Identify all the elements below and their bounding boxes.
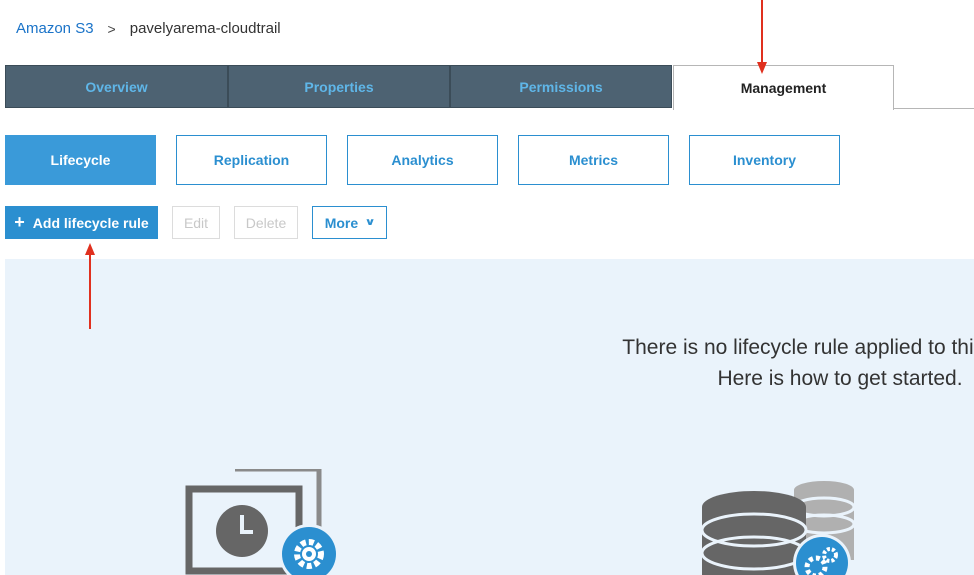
empty-state-message: There is no lifecycle rule applied to th…	[560, 332, 974, 394]
subtab-analytics[interactable]: Analytics	[347, 135, 498, 185]
empty-state-panel: There is no lifecycle rule applied to th…	[5, 259, 974, 575]
breadcrumb-separator: >	[107, 20, 116, 37]
tab-management[interactable]: Management	[673, 65, 894, 110]
tab-bar-divider	[893, 108, 974, 109]
main-tab-bar: Overview Properties Permissions Manageme…	[0, 65, 974, 110]
add-lifecycle-rule-label: Add lifecycle rule	[32, 214, 149, 231]
chevron-down-icon: ∨	[364, 217, 376, 228]
breadcrumb-current: pavelyarema-cloudtrail	[129, 20, 281, 37]
empty-state-line-2: Here is how to get started.	[717, 367, 963, 390]
add-lifecycle-rule-button[interactable]: + Add lifecycle rule	[5, 206, 158, 239]
subtab-inventory[interactable]: Inventory	[689, 135, 840, 185]
annotation-arrow-add-rule	[85, 243, 95, 329]
edit-button[interactable]: Edit	[172, 206, 220, 239]
clock-monitor-gear-icon	[185, 469, 339, 575]
delete-button[interactable]: Delete	[234, 206, 298, 239]
annotation-arrow-management	[757, 0, 767, 74]
subtab-replication[interactable]: Replication	[176, 135, 327, 185]
tab-properties[interactable]: Properties	[228, 65, 450, 108]
plus-icon: +	[14, 212, 25, 232]
tab-overview[interactable]: Overview	[5, 65, 228, 108]
subtab-lifecycle[interactable]: Lifecycle	[5, 135, 156, 185]
tab-permissions[interactable]: Permissions	[450, 65, 672, 108]
database-gear-icon	[700, 481, 856, 575]
subtab-metrics[interactable]: Metrics	[518, 135, 669, 185]
breadcrumb-root-link[interactable]: Amazon S3	[16, 20, 94, 37]
breadcrumb: Amazon S3 > pavelyarema-cloudtrail	[16, 20, 281, 37]
empty-state-line-1: There is no lifecycle rule applied to th…	[622, 336, 974, 359]
more-dropdown-button[interactable]: More ∨	[312, 206, 387, 239]
more-label: More	[324, 214, 359, 231]
